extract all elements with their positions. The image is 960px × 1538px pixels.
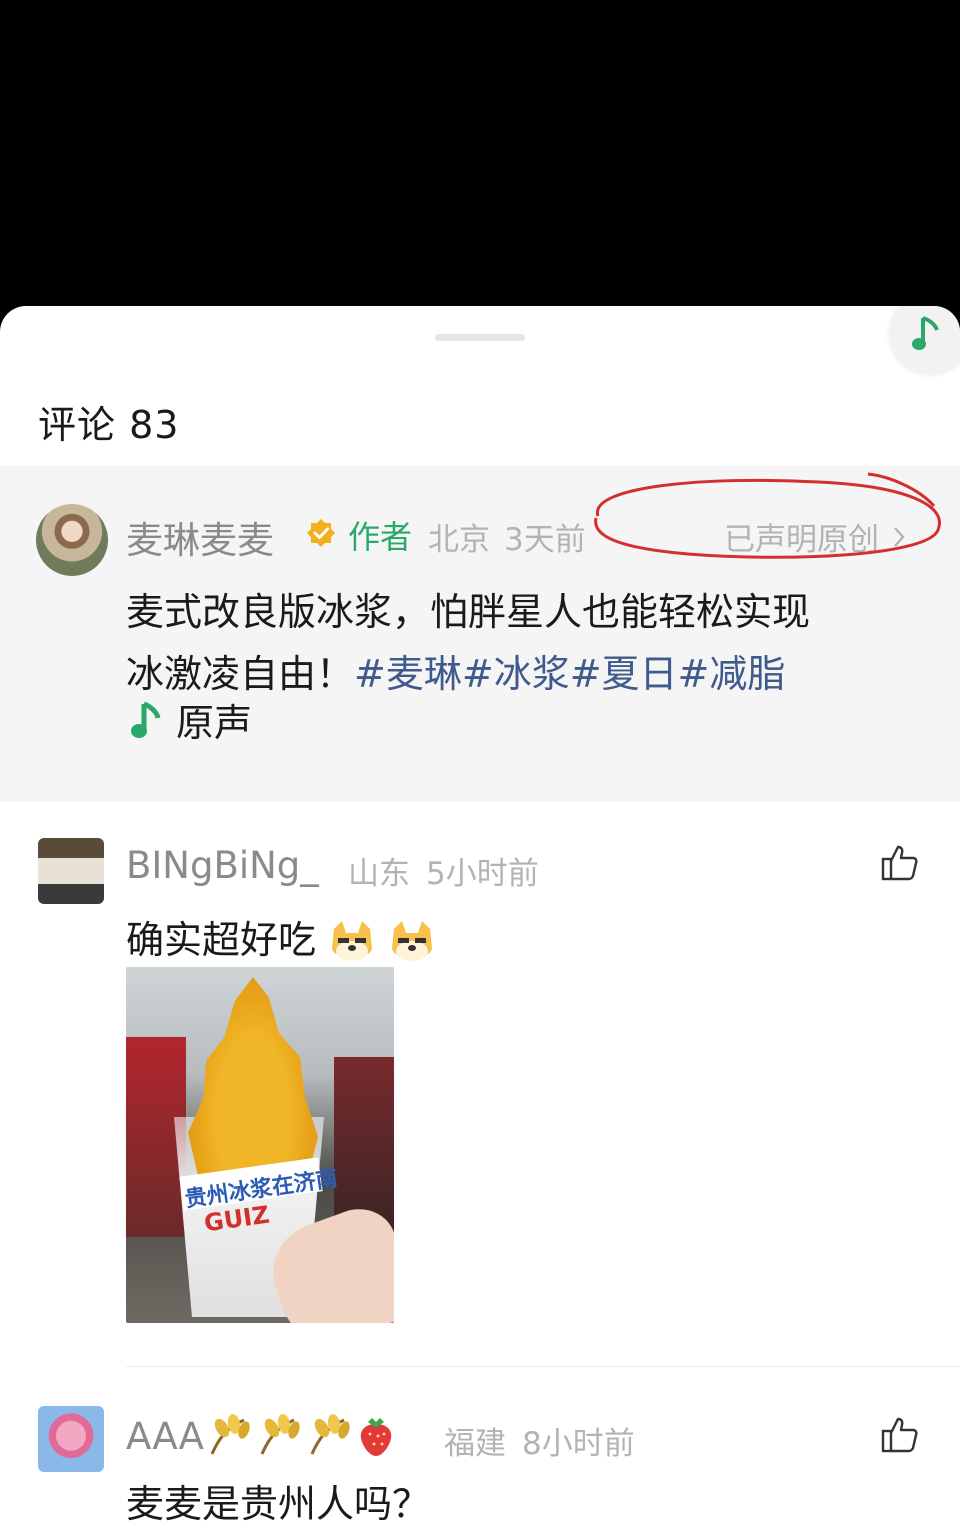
avatar[interactable] (36, 504, 108, 576)
comment-item[interactable]: AAA 福建 8小时前 麦麦是贵州人吗？ (0, 1376, 960, 1538)
photo-ice-slush (188, 977, 318, 1177)
doge-emoji-icon (392, 920, 433, 961)
red-annotation-circle (594, 472, 941, 559)
comment-text: 麦麦是贵州人吗？ (126, 1482, 431, 1526)
commenter-name[interactable]: AAA (126, 1415, 204, 1458)
comment-text-plain: 冰激凌自由！ (126, 652, 355, 696)
commenter-name[interactable]: BINgBiNg_ (126, 844, 319, 887)
author-name[interactable]: 麦琳麦麦 (126, 510, 274, 564)
comments-header: 评论 83 (38, 403, 180, 447)
hashtag-link[interactable]: #减脂 (678, 652, 786, 696)
divider (126, 1366, 960, 1367)
music-note-icon (912, 316, 939, 350)
wheat-emoji-icon (310, 1414, 350, 1455)
hashtag-link[interactable]: #夏日 (570, 652, 678, 696)
thumbs-up-icon[interactable] (880, 1414, 920, 1454)
verified-badge-icon (307, 519, 335, 547)
comment-location: 福建 (444, 1426, 506, 1462)
hashtag-link[interactable]: #冰浆 (462, 652, 570, 696)
commenter-name-row[interactable]: AAA (126, 1414, 398, 1458)
comment-time: 8小时前 (522, 1426, 635, 1462)
sound-label: 原声 (176, 701, 253, 745)
doge-emoji-icon (332, 920, 373, 961)
comment-item[interactable]: BINgBiNg_ 山东 5小时前 确实超好吃 贵州冰浆在济南 GUIZ (0, 802, 960, 1362)
comment-sheet: 评论 83 麦琳麦麦 作者 北京 3天前 已声明原创 麦式改良版冰浆，怕胖星人也… (0, 306, 960, 1538)
drag-handle[interactable] (435, 334, 525, 341)
comment-location: 北京 (428, 522, 490, 558)
comment-text: 确实超好吃 (126, 908, 436, 972)
comment-time: 5小时前 (426, 856, 539, 892)
comment-location: 山东 (348, 856, 410, 892)
author-comment[interactable]: 麦琳麦麦 作者 北京 3天前 已声明原创 麦式改良版冰浆，怕胖星人也能轻松实现 … (0, 466, 960, 802)
music-note-icon (131, 701, 161, 738)
thumbs-up-icon[interactable] (880, 842, 920, 882)
video-area[interactable] (0, 0, 960, 310)
hashtag-link[interactable]: #麦琳 (354, 652, 462, 696)
music-button[interactable] (890, 306, 960, 374)
comment-time: 3天前 (504, 522, 586, 558)
strawberry-emoji-icon (360, 1418, 392, 1456)
avatar[interactable] (38, 838, 104, 904)
author-tag: 作者 (348, 518, 413, 556)
comment-photo[interactable]: 贵州冰浆在济南 GUIZ (126, 967, 394, 1323)
comment-text-content: 确实超好吃 (126, 918, 317, 962)
wheat-emoji-icon (210, 1414, 250, 1455)
wheat-emoji-icon (260, 1414, 300, 1455)
comment-text-line-1: 麦式改良版冰浆，怕胖星人也能轻松实现 (126, 590, 811, 634)
avatar[interactable] (38, 1406, 104, 1472)
original-sound-link[interactable]: 原声 (130, 692, 252, 747)
